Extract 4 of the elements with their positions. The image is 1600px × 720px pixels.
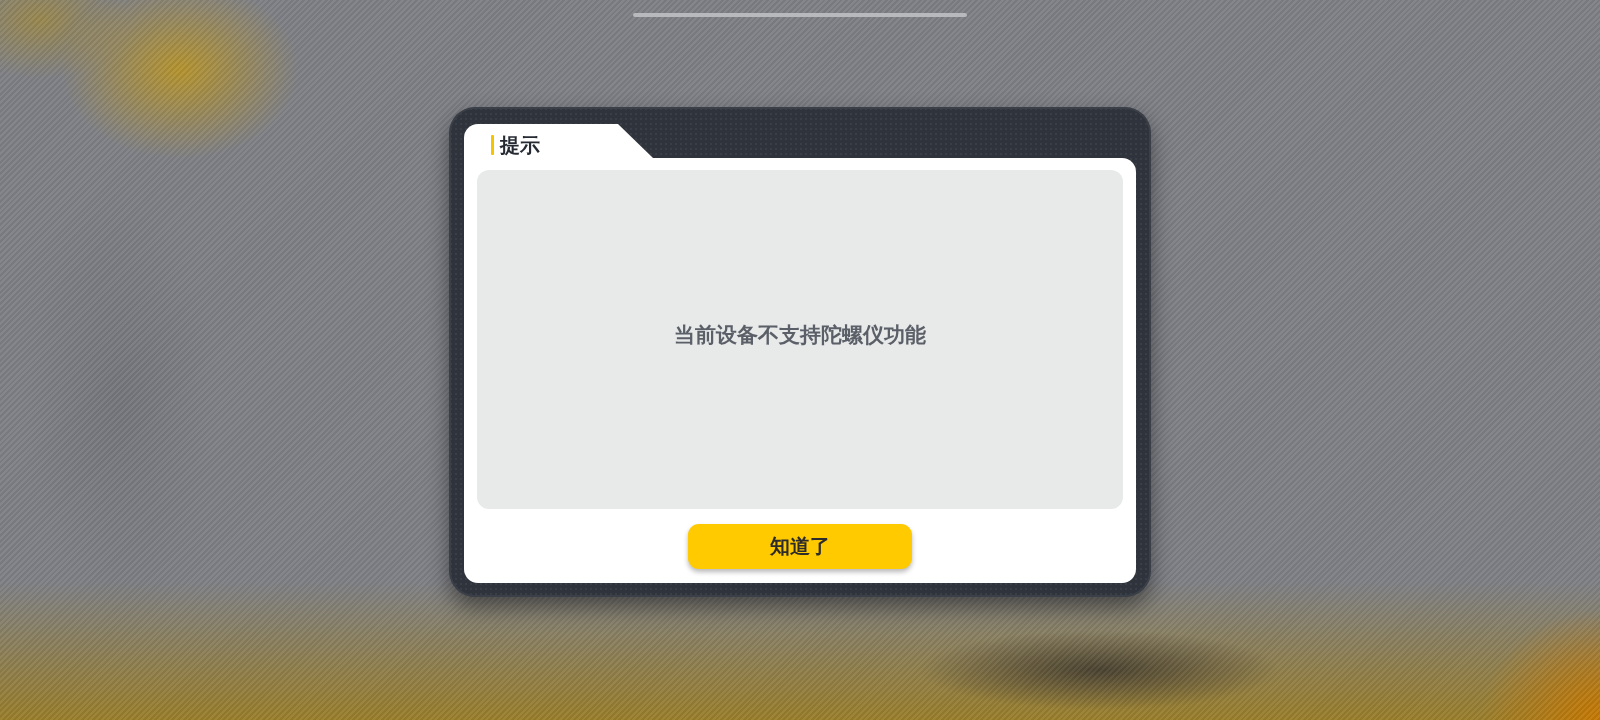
message-text: 当前设备不支持陀螺仪功能 (674, 321, 926, 349)
accent-bar-icon (491, 135, 494, 155)
dialog-title: 提示 (500, 133, 540, 157)
confirm-button[interactable]: 知道了 (688, 524, 912, 569)
